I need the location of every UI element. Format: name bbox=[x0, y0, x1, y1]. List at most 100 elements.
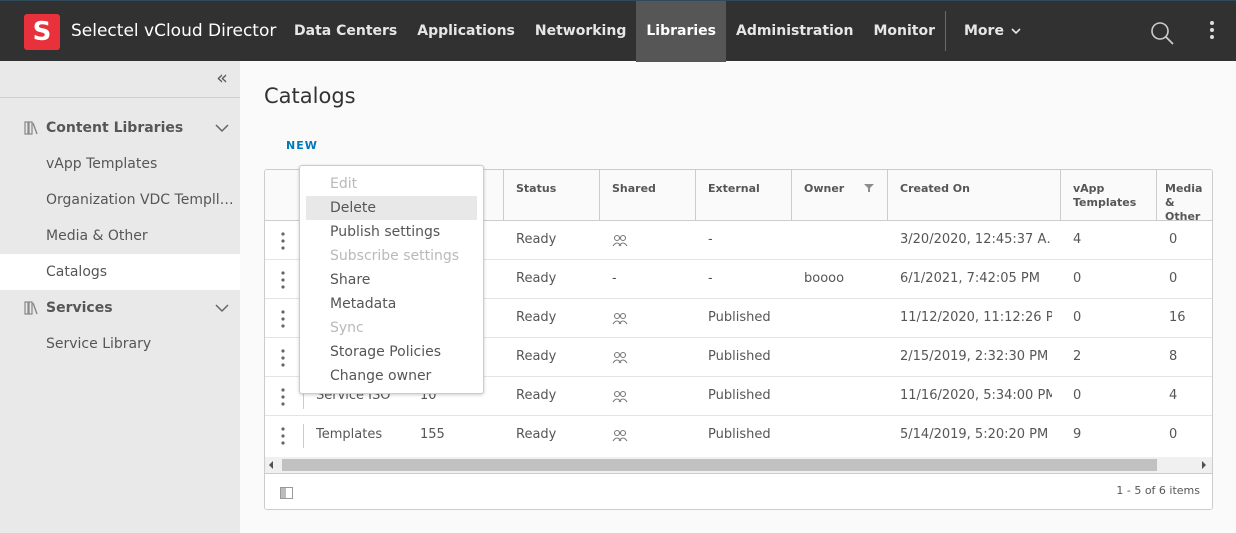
library-icon bbox=[24, 121, 38, 135]
column-header-status[interactable]: Status bbox=[503, 170, 600, 221]
sidebar-item-vapp-templates[interactable]: vApp Templates bbox=[0, 146, 240, 182]
menu-item-metadata[interactable]: Metadata bbox=[306, 292, 477, 316]
nav-applications[interactable]: Applications bbox=[407, 1, 525, 62]
cell-status: Ready bbox=[516, 271, 557, 286]
cell-vapp-templates: 0 bbox=[1073, 271, 1082, 286]
users-icon bbox=[612, 234, 628, 247]
column-header-owner-label: Owner bbox=[804, 182, 845, 195]
horizontal-scrollbar[interactable] bbox=[265, 457, 1212, 473]
main-nav: Data Centers Applications Networking Lib… bbox=[284, 1, 1031, 62]
row-actions-icon[interactable] bbox=[279, 310, 287, 328]
scroll-right-icon[interactable] bbox=[1202, 461, 1206, 469]
menu-item-publish-settings[interactable]: Publish settings bbox=[306, 220, 477, 244]
column-header-shared[interactable]: Shared bbox=[599, 170, 696, 221]
cell-created-on: 2/15/2019, 2:32:30 PM bbox=[900, 349, 1049, 364]
sidebar-divider bbox=[0, 97, 240, 98]
cell-name[interactable]: Templates bbox=[316, 416, 382, 454]
row-actions-icon[interactable] bbox=[279, 349, 287, 367]
table-row[interactable]: Templates 155 Ready Published 5/14/2019,… bbox=[265, 416, 1212, 455]
column-header-vapp-templates[interactable]: vApp Templates bbox=[1060, 170, 1157, 221]
column-header-external[interactable]: External bbox=[695, 170, 792, 221]
nav-monitor[interactable]: Monitor bbox=[863, 1, 945, 62]
cell-status: Ready bbox=[516, 310, 557, 325]
menu-item-delete[interactable]: Delete bbox=[306, 196, 477, 220]
sidebar-item-catalogs[interactable]: Catalogs bbox=[0, 254, 240, 290]
scrollbar-thumb[interactable] bbox=[282, 459, 1157, 471]
cell-created-on: 11/16/2020, 5:34:00 PM bbox=[900, 388, 1052, 403]
cell-vapp-templates: 4 bbox=[1073, 232, 1082, 247]
cell-external: - bbox=[708, 232, 713, 247]
column-header-owner[interactable]: Owner bbox=[791, 170, 888, 221]
menu-item-subscribe-settings[interactable]: Subscribe settings bbox=[306, 244, 477, 268]
cell-created-on: 5/14/2019, 5:20:20 PM bbox=[900, 427, 1049, 442]
nav-administration[interactable]: Administration bbox=[726, 1, 863, 62]
filter-icon[interactable] bbox=[864, 183, 874, 193]
more-vertical-icon[interactable] bbox=[1206, 20, 1218, 40]
row-actions-icon[interactable] bbox=[279, 232, 287, 250]
cell-status: Ready bbox=[516, 388, 557, 403]
cell-status: Ready bbox=[516, 349, 557, 364]
brand-logo[interactable]: S bbox=[24, 14, 60, 50]
users-icon bbox=[612, 390, 628, 403]
cell-external: Published bbox=[708, 388, 771, 403]
cell-media-other: 0 bbox=[1169, 232, 1178, 247]
row-actions-icon[interactable] bbox=[279, 427, 287, 445]
cell-external: Published bbox=[708, 310, 771, 325]
cell-external: - bbox=[708, 271, 713, 286]
nav-divider bbox=[944, 11, 946, 51]
datagrid-footer: 1 - 5 of 6 items bbox=[265, 473, 1212, 509]
column-header-media-other[interactable]: Media & Other bbox=[1156, 170, 1212, 223]
cell-count: 155 bbox=[420, 427, 445, 442]
cell-vapp-templates: 0 bbox=[1073, 388, 1082, 403]
cell-media-other: 0 bbox=[1169, 271, 1178, 286]
users-icon bbox=[612, 351, 628, 364]
sidebar: « Content Libraries vApp Templates Organ… bbox=[0, 61, 240, 533]
row-context-menu: Edit Delete Publish settings Subscribe s… bbox=[299, 165, 484, 394]
chevron-down-icon[interactable] bbox=[215, 302, 229, 314]
cell-owner: boooo bbox=[804, 271, 845, 286]
new-catalog-button[interactable]: NEW bbox=[286, 139, 318, 152]
cell-media-other: 8 bbox=[1169, 349, 1178, 364]
search-icon[interactable] bbox=[1150, 21, 1174, 45]
nav-more[interactable]: More bbox=[954, 1, 1031, 62]
cell-created-on: 3/20/2020, 12:45:37 A… bbox=[900, 232, 1052, 247]
cell-external: Published bbox=[708, 427, 771, 442]
cell-media-other: 0 bbox=[1169, 427, 1178, 442]
top-header: S Selectel vCloud Director Data Centers … bbox=[0, 0, 1236, 62]
users-icon bbox=[612, 429, 628, 442]
collapse-sidebar-icon[interactable]: « bbox=[212, 69, 232, 89]
scroll-left-icon[interactable] bbox=[269, 461, 273, 469]
cell-created-on: 6/1/2021, 7:42:05 PM bbox=[900, 271, 1040, 286]
sidebar-group-label: Services bbox=[46, 300, 113, 316]
nav-networking[interactable]: Networking bbox=[525, 1, 636, 62]
users-icon bbox=[612, 312, 628, 325]
cell-status: Ready bbox=[516, 232, 557, 247]
sidebar-group-content-libraries[interactable]: Content Libraries bbox=[0, 110, 240, 146]
nav-libraries[interactable]: Libraries bbox=[636, 1, 726, 62]
column-header-created-on[interactable]: Created On bbox=[887, 170, 1061, 221]
sidebar-item-org-vdc-templates[interactable]: Organization VDC Templl… bbox=[0, 182, 240, 218]
menu-item-share[interactable]: Share bbox=[306, 268, 477, 292]
nav-more-label: More bbox=[963, 23, 1004, 39]
menu-item-edit[interactable]: Edit bbox=[306, 172, 477, 196]
pagination-info: 1 - 5 of 6 items bbox=[1116, 484, 1200, 497]
sidebar-group-label: Content Libraries bbox=[46, 120, 184, 136]
row-actions-icon[interactable] bbox=[279, 388, 287, 406]
nav-data-centers[interactable]: Data Centers bbox=[284, 1, 407, 62]
brand-name[interactable]: Selectel vCloud Director bbox=[71, 21, 276, 41]
cell-shared: - bbox=[612, 271, 617, 286]
cell-media-other: 16 bbox=[1169, 310, 1186, 325]
sidebar-group-services[interactable]: Services bbox=[0, 290, 240, 326]
menu-item-storage-policies[interactable]: Storage Policies bbox=[306, 340, 477, 364]
chevron-down-icon[interactable] bbox=[215, 122, 229, 134]
row-actions-icon[interactable] bbox=[279, 271, 287, 289]
sidebar-item-service-library[interactable]: Service Library bbox=[0, 326, 240, 362]
menu-item-change-owner[interactable]: Change owner bbox=[306, 364, 477, 388]
cell-external: Published bbox=[708, 349, 771, 364]
menu-item-sync[interactable]: Sync bbox=[306, 316, 477, 340]
sidebar-item-media-other[interactable]: Media & Other bbox=[0, 218, 240, 254]
cell-vapp-templates: 9 bbox=[1073, 427, 1082, 442]
cell-vapp-templates: 2 bbox=[1073, 349, 1082, 364]
column-toggle-icon[interactable] bbox=[280, 487, 293, 499]
cell-vapp-templates: 0 bbox=[1073, 310, 1082, 325]
